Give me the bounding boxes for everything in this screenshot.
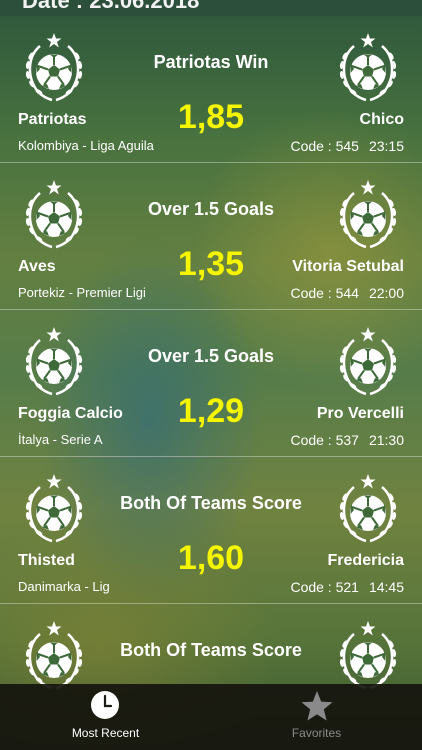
odds-value: 1,35 bbox=[177, 245, 245, 283]
bet-type: Both Of Teams Score bbox=[120, 493, 302, 513]
home-team-emblem-icon bbox=[18, 473, 90, 545]
tab-most-recent-label: Most Recent bbox=[71, 726, 140, 740]
home-team-name: Thisted bbox=[18, 552, 75, 569]
star-icon bbox=[301, 691, 333, 721]
tab-most-recent[interactable]: Most Recent bbox=[0, 684, 211, 750]
match-card[interactable]: Over 1.5 Goals 1,35 Aves Vitoria Setubal… bbox=[0, 163, 422, 310]
away-team-emblem-icon bbox=[332, 32, 404, 104]
away-team-name: Chico bbox=[359, 111, 404, 128]
odds-value: 1,85 bbox=[177, 98, 245, 136]
match-code: Code : 537 bbox=[290, 432, 359, 448]
tab-favorites-label: Favorites bbox=[291, 726, 342, 740]
match-card[interactable]: Over 1.5 Goals 1,29 Foggia Calcio Pro Ve… bbox=[0, 310, 422, 457]
bet-type: Patriotas Win bbox=[153, 52, 269, 72]
code-time: Code : 521 14:45 bbox=[290, 579, 404, 595]
clock-icon bbox=[91, 691, 119, 719]
match-card[interactable]: Both Of Teams Score 1,60 Thisted Frederi… bbox=[0, 457, 422, 604]
tab-bar: Most Recent Favorites bbox=[0, 684, 422, 750]
odds-value: 1,60 bbox=[177, 539, 245, 577]
match-code: Code : 521 bbox=[290, 579, 359, 595]
odds-value: 1,29 bbox=[177, 392, 245, 430]
home-team-emblem-icon bbox=[18, 326, 90, 398]
match-card[interactable]: Patriotas Win 1,85 Patriotas Chico Kolom… bbox=[0, 16, 422, 163]
tab-favorites[interactable]: Favorites bbox=[211, 684, 422, 750]
away-team-emblem-icon bbox=[332, 326, 404, 398]
away-team-emblem-icon bbox=[332, 179, 404, 251]
code-time: Code : 544 22:00 bbox=[290, 285, 404, 301]
league-name: Portekiz - Premier Ligi bbox=[18, 285, 146, 300]
header-title: Date : 23.06.2018 bbox=[22, 0, 200, 13]
away-team-emblem-icon bbox=[332, 620, 404, 692]
away-team-emblem-icon bbox=[332, 473, 404, 545]
bet-type: Over 1.5 Goals bbox=[147, 199, 275, 219]
league-name: Kolombiya - Liga Aguila bbox=[18, 138, 154, 153]
away-team-name: Pro Vercelli bbox=[316, 405, 404, 422]
bet-type: Over 1.5 Goals bbox=[147, 346, 275, 366]
league-name: Danimarka - Lig bbox=[18, 579, 110, 594]
code-time: Code : 537 21:30 bbox=[290, 432, 404, 448]
home-team-name: Patriotas bbox=[18, 111, 87, 128]
league-name: İtalya - Serie A bbox=[18, 432, 103, 447]
home-team-emblem-icon bbox=[18, 620, 90, 692]
home-team-name: Foggia Calcio bbox=[18, 405, 123, 422]
away-team-name: Vitoria Setubal bbox=[292, 258, 404, 275]
match-code: Code : 544 bbox=[290, 285, 359, 301]
home-team-emblem-icon bbox=[18, 179, 90, 251]
header-bar: Date : 23.06.2018 bbox=[0, 0, 422, 16]
home-team-name: Aves bbox=[18, 258, 56, 275]
match-time: 22:00 bbox=[368, 285, 404, 301]
match-code: Code : 545 bbox=[290, 138, 359, 154]
match-time: 23:15 bbox=[368, 138, 404, 154]
code-time: Code : 545 23:15 bbox=[290, 138, 404, 154]
match-time: 14:45 bbox=[368, 579, 404, 595]
match-time: 21:30 bbox=[368, 432, 404, 448]
bet-type: Both Of Teams Score bbox=[120, 640, 302, 660]
away-team-name: Fredericia bbox=[327, 552, 404, 569]
home-team-emblem-icon bbox=[18, 32, 90, 104]
